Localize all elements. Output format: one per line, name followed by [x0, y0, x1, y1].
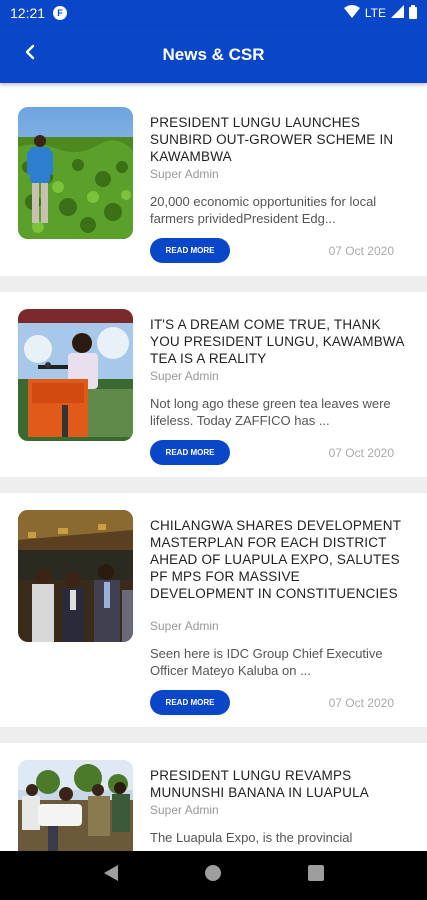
news-card[interactable]: CHILANGWA SHARES DEVELOPMENT MASTERPLAN …	[0, 493, 427, 727]
news-excerpt: Not long ago these green tea leaves were…	[150, 396, 391, 428]
news-excerpt: Seen here is IDC Group Chief Executive O…	[150, 646, 383, 678]
news-list[interactable]: PRESIDENT LUNGU LAUNCHES SUNBIRD OUT-GRO…	[0, 83, 427, 851]
news-author: Super Admin	[150, 619, 219, 633]
news-card[interactable]: IT'S A DREAM COME TRUE, THANK YOU PRESID…	[0, 292, 427, 477]
battery-icon	[409, 4, 417, 22]
nav-back-button[interactable]	[96, 861, 126, 891]
nav-recents-icon	[307, 865, 324, 886]
news-date: 07 Oct 2020	[328, 244, 394, 258]
nav-back-icon	[103, 864, 119, 887]
read-more-button[interactable]: READ MORE	[150, 440, 230, 465]
news-date: 07 Oct 2020	[328, 696, 394, 710]
notification-app-icon: F	[53, 6, 68, 20]
back-arrow-icon	[23, 44, 37, 65]
back-button[interactable]	[16, 40, 44, 68]
news-image[interactable]	[18, 510, 133, 642]
nav-home-icon	[204, 864, 222, 887]
news-card[interactable]: PRESIDENT LUNGU LAUNCHES SUNBIRD OUT-GRO…	[0, 83, 427, 276]
wifi-icon	[343, 5, 360, 21]
nav-home-button[interactable]	[198, 861, 228, 891]
news-author: Super Admin	[150, 167, 219, 181]
network-type: LTE	[364, 6, 386, 20]
system-navigation-bar	[0, 851, 427, 900]
app-bar: News & CSR	[0, 26, 427, 83]
page-title: News & CSR	[162, 44, 265, 64]
news-title[interactable]: PRESIDENT LUNGU LAUNCHES SUNBIRD OUT-GRO…	[150, 114, 405, 165]
news-excerpt: 20,000 economic opportunities for local …	[150, 194, 377, 226]
news-author: Super Admin	[150, 803, 219, 817]
news-title[interactable]: CHILANGWA SHARES DEVELOPMENT MASTERPLAN …	[150, 517, 405, 602]
news-image[interactable]	[18, 760, 133, 851]
read-more-button[interactable]: READ MORE	[150, 690, 230, 715]
status-bar: 12:21 F LTE	[0, 0, 427, 26]
nav-recents-button[interactable]	[301, 861, 331, 891]
read-more-button[interactable]: READ MORE	[150, 238, 230, 263]
news-title[interactable]: IT'S A DREAM COME TRUE, THANK YOU PRESID…	[150, 316, 405, 367]
news-title[interactable]: PRESIDENT LUNGU REVAMPS MUNUNSHI BANANA …	[150, 767, 405, 801]
news-image[interactable]	[18, 309, 133, 441]
signal-icon	[391, 5, 404, 21]
news-date: 07 Oct 2020	[328, 446, 394, 460]
status-time: 12:21	[10, 5, 46, 21]
news-author: Super Admin	[150, 369, 219, 383]
news-excerpt: The Luapula Expo, is the provincial	[150, 830, 353, 845]
news-card[interactable]: PRESIDENT LUNGU REVAMPS MUNUNSHI BANANA …	[0, 743, 427, 851]
news-image[interactable]	[18, 107, 133, 239]
